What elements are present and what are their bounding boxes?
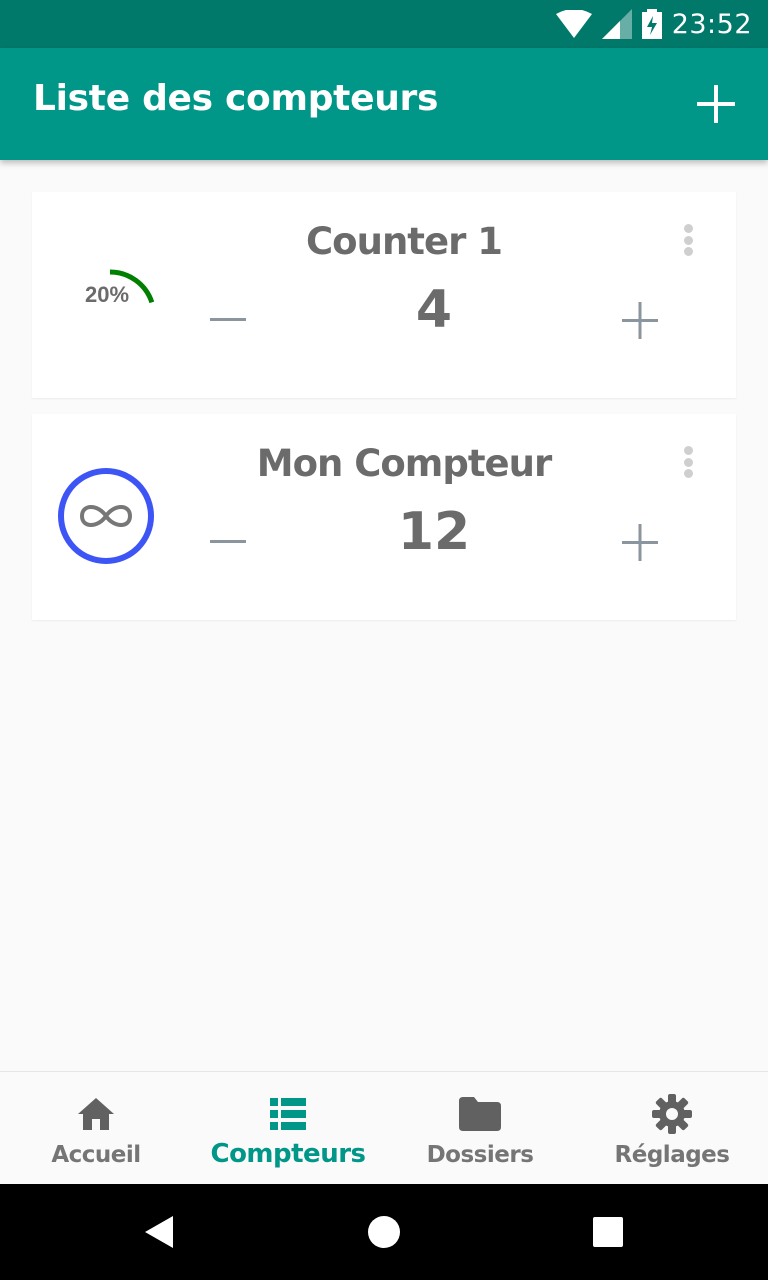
infinity-icon	[58, 468, 154, 564]
page-title: Liste des compteurs	[33, 78, 439, 119]
minus-icon	[210, 318, 246, 321]
cell-signal-icon	[601, 9, 632, 39]
plus-icon	[622, 524, 658, 561]
system-navigation-bar	[0, 1184, 768, 1280]
home-icon	[74, 1092, 118, 1136]
status-time: 23:52	[671, 8, 752, 40]
nav-label: Compteurs	[210, 1139, 366, 1169]
gear-icon	[650, 1092, 694, 1136]
more-vert-icon[interactable]	[672, 220, 704, 260]
counter-name: Counter 1	[306, 220, 503, 263]
nav-label: Réglages	[614, 1142, 730, 1168]
progress-indicator: 20%	[62, 224, 158, 320]
counter-value: 4	[415, 280, 453, 340]
app-bar: Liste des compteurs	[0, 48, 768, 160]
decrement-button[interactable]	[204, 292, 252, 348]
nav-item-reglages[interactable]: Réglages	[576, 1072, 768, 1184]
nav-label: Dossiers	[426, 1142, 534, 1168]
counter-card[interactable]: 20% Counter 1 4	[32, 192, 736, 398]
folder-icon	[458, 1092, 502, 1136]
increment-button[interactable]	[616, 292, 664, 348]
counter-card[interactable]: Mon Compteur 12	[32, 414, 736, 620]
plus-icon	[697, 85, 735, 123]
counter-value: 12	[397, 502, 471, 562]
bottom-navigation: Accueil Compteurs Dossiers Réglages	[0, 1071, 768, 1184]
more-vert-icon[interactable]	[672, 442, 704, 482]
nav-item-dossiers[interactable]: Dossiers	[384, 1072, 576, 1184]
home-circle-icon[interactable]	[360, 1208, 408, 1256]
counter-name: Mon Compteur	[256, 442, 552, 485]
recents-icon[interactable]	[584, 1208, 632, 1256]
plus-icon	[622, 302, 658, 339]
add-counter-button[interactable]	[688, 76, 744, 132]
battery-charging-icon	[641, 9, 662, 39]
back-icon[interactable]	[136, 1208, 184, 1256]
infinite-indicator	[56, 466, 156, 566]
status-bar: 23:52	[0, 0, 768, 48]
progress-label: 20%	[84, 282, 130, 307]
nav-item-accueil[interactable]: Accueil	[0, 1072, 192, 1184]
nav-item-compteurs[interactable]: Compteurs	[192, 1072, 384, 1184]
wifi-icon	[555, 10, 592, 38]
nav-label: Accueil	[51, 1142, 141, 1168]
minus-icon	[210, 540, 246, 543]
list-icon	[266, 1092, 310, 1136]
decrement-button[interactable]	[204, 514, 252, 570]
increment-button[interactable]	[616, 514, 664, 570]
